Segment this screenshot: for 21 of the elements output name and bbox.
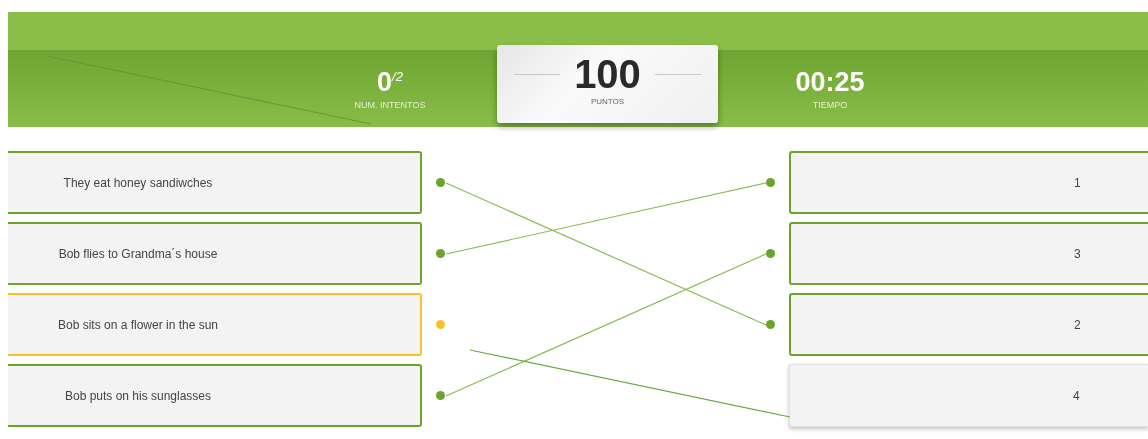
sentence-card[interactable]: Bob puts on his sunglasses bbox=[8, 364, 422, 427]
connector-dot[interactable] bbox=[436, 249, 445, 258]
sentence-card[interactable]: They eat honey sandiwches bbox=[8, 151, 422, 214]
connector-dot[interactable] bbox=[766, 249, 775, 258]
sentence-card[interactable]: Bob flies to Grandma´s house bbox=[8, 222, 422, 285]
score-label: PUNTOS bbox=[590, 97, 625, 106]
time-value: 00:25 bbox=[795, 67, 865, 97]
connector-dot[interactable] bbox=[766, 320, 775, 329]
time-label: TIEMPO bbox=[812, 100, 848, 110]
number-card[interactable]: 2 bbox=[789, 293, 1148, 356]
connector-dot[interactable] bbox=[436, 391, 445, 400]
number-card[interactable]: 4 bbox=[789, 364, 1148, 427]
connector-dot[interactable] bbox=[766, 178, 775, 187]
connector-dot[interactable] bbox=[436, 178, 445, 187]
score-value: 100 bbox=[574, 51, 641, 97]
number-card[interactable]: 1 bbox=[789, 151, 1148, 214]
attempts-label: NUM. INTENTOS bbox=[354, 100, 426, 110]
attempts-total: /2 bbox=[392, 69, 403, 84]
number-card[interactable]: 3 bbox=[789, 222, 1148, 285]
sentence-card[interactable]: Bob sits on a flower in the sun bbox=[8, 293, 422, 356]
connector-dot[interactable] bbox=[436, 320, 445, 329]
